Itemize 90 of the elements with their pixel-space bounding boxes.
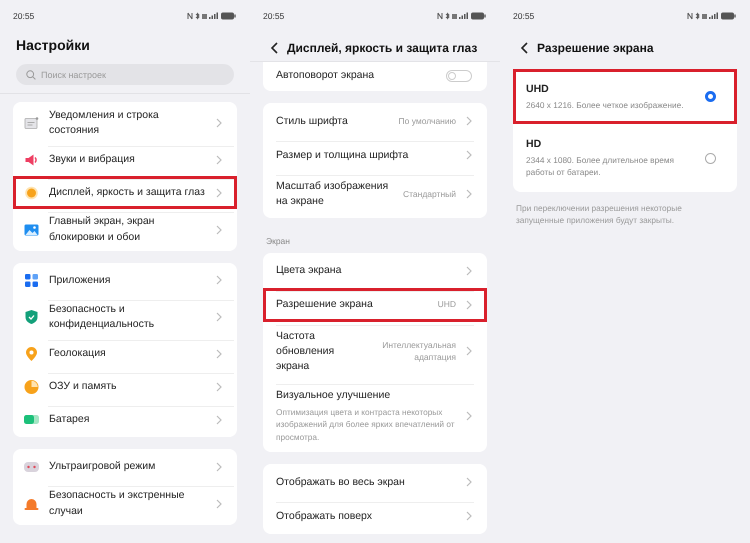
chevron-icon: [216, 188, 222, 198]
settings-item[interactable]: Безопасность и экстренные случаи: [13, 483, 237, 524]
back-icon[interactable]: [270, 42, 278, 54]
item-value: Интеллектуальная адаптация: [381, 338, 456, 364]
chevron-icon: [466, 477, 472, 488]
battery-icon: [24, 415, 39, 424]
page-title: Дисплей, яркость и защита глаз: [287, 41, 478, 55]
chevron-icon: [466, 346, 472, 356]
item-value: UHD: [438, 298, 456, 312]
settings-item[interactable]: Размер и толщина шрифта: [263, 138, 487, 172]
chevron-icon: [466, 511, 472, 522]
settings-item[interactable]: Масштаб изображения на экране Стандартный: [263, 172, 487, 217]
settings-item[interactable]: Дисплей, яркость и защита глаз: [13, 176, 237, 210]
item-label: Разрешение экрана: [276, 297, 374, 312]
chevron-icon: [466, 116, 472, 126]
toggle-switch[interactable]: [446, 70, 472, 82]
sun-icon: [24, 186, 39, 200]
item-label: Отображать во весь экран: [276, 474, 406, 490]
chevron-icon: [216, 224, 222, 235]
settings-item[interactable]: Приложения: [13, 264, 237, 297]
chevron-icon: [466, 411, 472, 422]
item-value: По умолчанию: [398, 114, 456, 128]
status-time: 20:55: [263, 11, 284, 21]
status-icons-drawing: [437, 12, 487, 20]
status-icons-drawing: [187, 12, 237, 20]
note-text: При переключении разрешения некоторые запущенные приложения будут закрыты.: [516, 202, 683, 226]
status-icons-drawing: [687, 12, 737, 20]
settings-item[interactable]: Безопасность и конфиденциальность: [13, 296, 237, 338]
item-label: Цвета экрана: [276, 263, 342, 278]
pie-chart-icon: [24, 380, 39, 394]
resolution-option[interactable]: HD 2344 x 1080. Более длительное время работы от батареи.: [513, 124, 737, 192]
speaker-icon: [24, 154, 39, 166]
item-label: Визуальное улучшение: [276, 388, 392, 404]
item-label: Отображать поверх: [276, 508, 374, 524]
chevron-icon: [216, 312, 222, 322]
gamepad-icon: [24, 462, 39, 472]
status-time: 20:55: [513, 11, 534, 21]
settings-item[interactable]: Главный экран, экран блокировки и обои: [13, 209, 237, 250]
radio-button[interactable]: [705, 152, 716, 164]
chevron-icon: [466, 300, 472, 310]
option-label: UHD: [526, 82, 550, 97]
siren-icon: [24, 498, 39, 510]
chevron-icon: [216, 348, 222, 359]
chevron-icon: [216, 275, 222, 286]
settings-item[interactable]: Батарея: [13, 403, 237, 436]
section-heading: Экран: [266, 236, 291, 246]
item-label: Частота обновления экрана: [276, 328, 336, 374]
chevron-icon: [216, 498, 222, 509]
chevron-icon: [216, 382, 222, 392]
item-label: Масштаб изображения на экране: [276, 179, 390, 210]
chevron-icon: [216, 118, 222, 128]
image-icon: [24, 224, 39, 236]
settings-item[interactable]: Звуки и вибрация: [13, 143, 237, 176]
settings-item[interactable]: Уведомления и строка состояния: [13, 103, 237, 144]
item-label: Стиль шрифта: [276, 114, 349, 129]
settings-item[interactable]: Частота обновления экрана Интеллектуальная адаптация: [263, 322, 487, 382]
search-field[interactable]: Поиск настроек: [16, 64, 234, 85]
chevron-icon: [466, 150, 472, 160]
settings-item[interactable]: Цвета экрана: [263, 254, 487, 288]
settings-item[interactable]: Автоповорот экрана: [263, 63, 487, 90]
chevron-icon: [216, 414, 222, 425]
settings-item[interactable]: ОЗУ и память: [13, 370, 237, 404]
settings-item[interactable]: Отображать поверх: [263, 499, 487, 534]
settings-item[interactable]: Отображать во весь экран: [263, 465, 487, 500]
option-label: HD: [526, 137, 542, 152]
radio-button[interactable]: [705, 91, 716, 102]
resolution-option[interactable]: UHD 2640 x 1216. Более четкое изображение.: [513, 69, 737, 124]
settings-item[interactable]: Геолокация: [13, 337, 237, 370]
settings-item[interactable]: Стиль шрифта По умолчанию: [263, 104, 487, 138]
item-label: Размер и толщина шрифта: [276, 148, 410, 163]
notification-icon: [24, 117, 39, 130]
apps-icon: [24, 274, 39, 287]
item-value: Стандартный: [402, 188, 456, 201]
location-pin-icon: [24, 346, 39, 361]
settings-item[interactable]: Визуальное улучшение Оптимизация цвета и контраста некоторых изображений для более ярких впечатлений от просмотра.: [263, 381, 487, 452]
page-title: Настройки: [16, 37, 91, 53]
page-title: Разрешение экрана: [537, 41, 654, 55]
option-description: 2344 x 1080. Более длительное время работы от батареи.: [526, 154, 676, 179]
search-icon: [26, 70, 36, 80]
option-description: 2640 x 1216. Более четкое изображение.: [526, 98, 684, 112]
shield-icon: [24, 310, 39, 324]
back-icon[interactable]: [520, 42, 528, 54]
chevron-icon: [466, 266, 472, 276]
status-time: 20:55: [13, 11, 34, 21]
chevron-icon: [216, 154, 222, 165]
chevron-icon: [216, 462, 222, 472]
settings-item[interactable]: Разрешение экрана UHD: [263, 288, 487, 322]
item-description: Оптимизация цвета и контраста некоторых изображений для более ярких впечатлений от просмотра.: [276, 406, 456, 444]
chevron-icon: [466, 189, 472, 200]
settings-item[interactable]: Ультраигровой режим: [13, 450, 237, 484]
